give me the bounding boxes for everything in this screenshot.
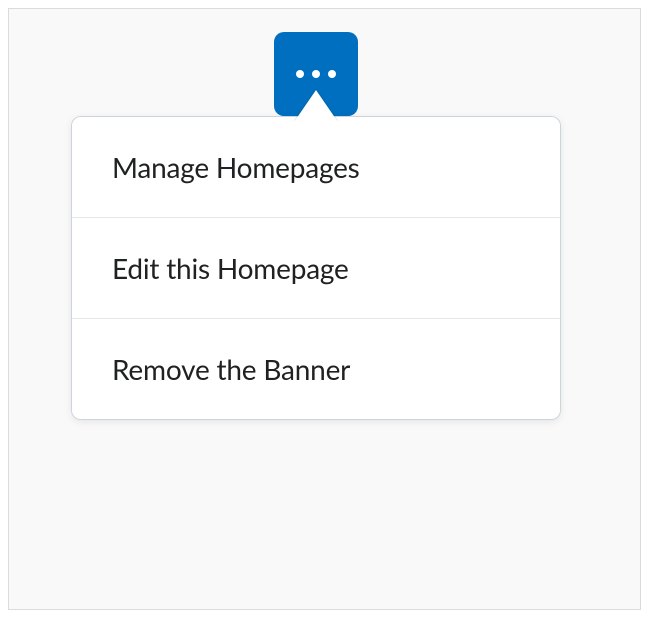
menu-item-edit-homepage[interactable]: Edit this Homepage: [72, 217, 560, 318]
menu-item-label: Manage Homepages: [112, 150, 360, 184]
menu-arrow: [294, 90, 338, 122]
menu-item-manage-homepages[interactable]: Manage Homepages: [72, 117, 560, 217]
menu-item-label: Edit this Homepage: [112, 251, 349, 285]
dropdown-menu-wrapper: Manage Homepages Edit this Homepage Remo…: [71, 116, 561, 420]
page-container: Manage Homepages Edit this Homepage Remo…: [8, 8, 641, 610]
menu-item-label: Remove the Banner: [112, 352, 350, 386]
dropdown-menu: Manage Homepages Edit this Homepage Remo…: [71, 116, 561, 420]
menu-item-remove-banner[interactable]: Remove the Banner: [72, 318, 560, 419]
more-horizontal-icon: [296, 70, 336, 78]
